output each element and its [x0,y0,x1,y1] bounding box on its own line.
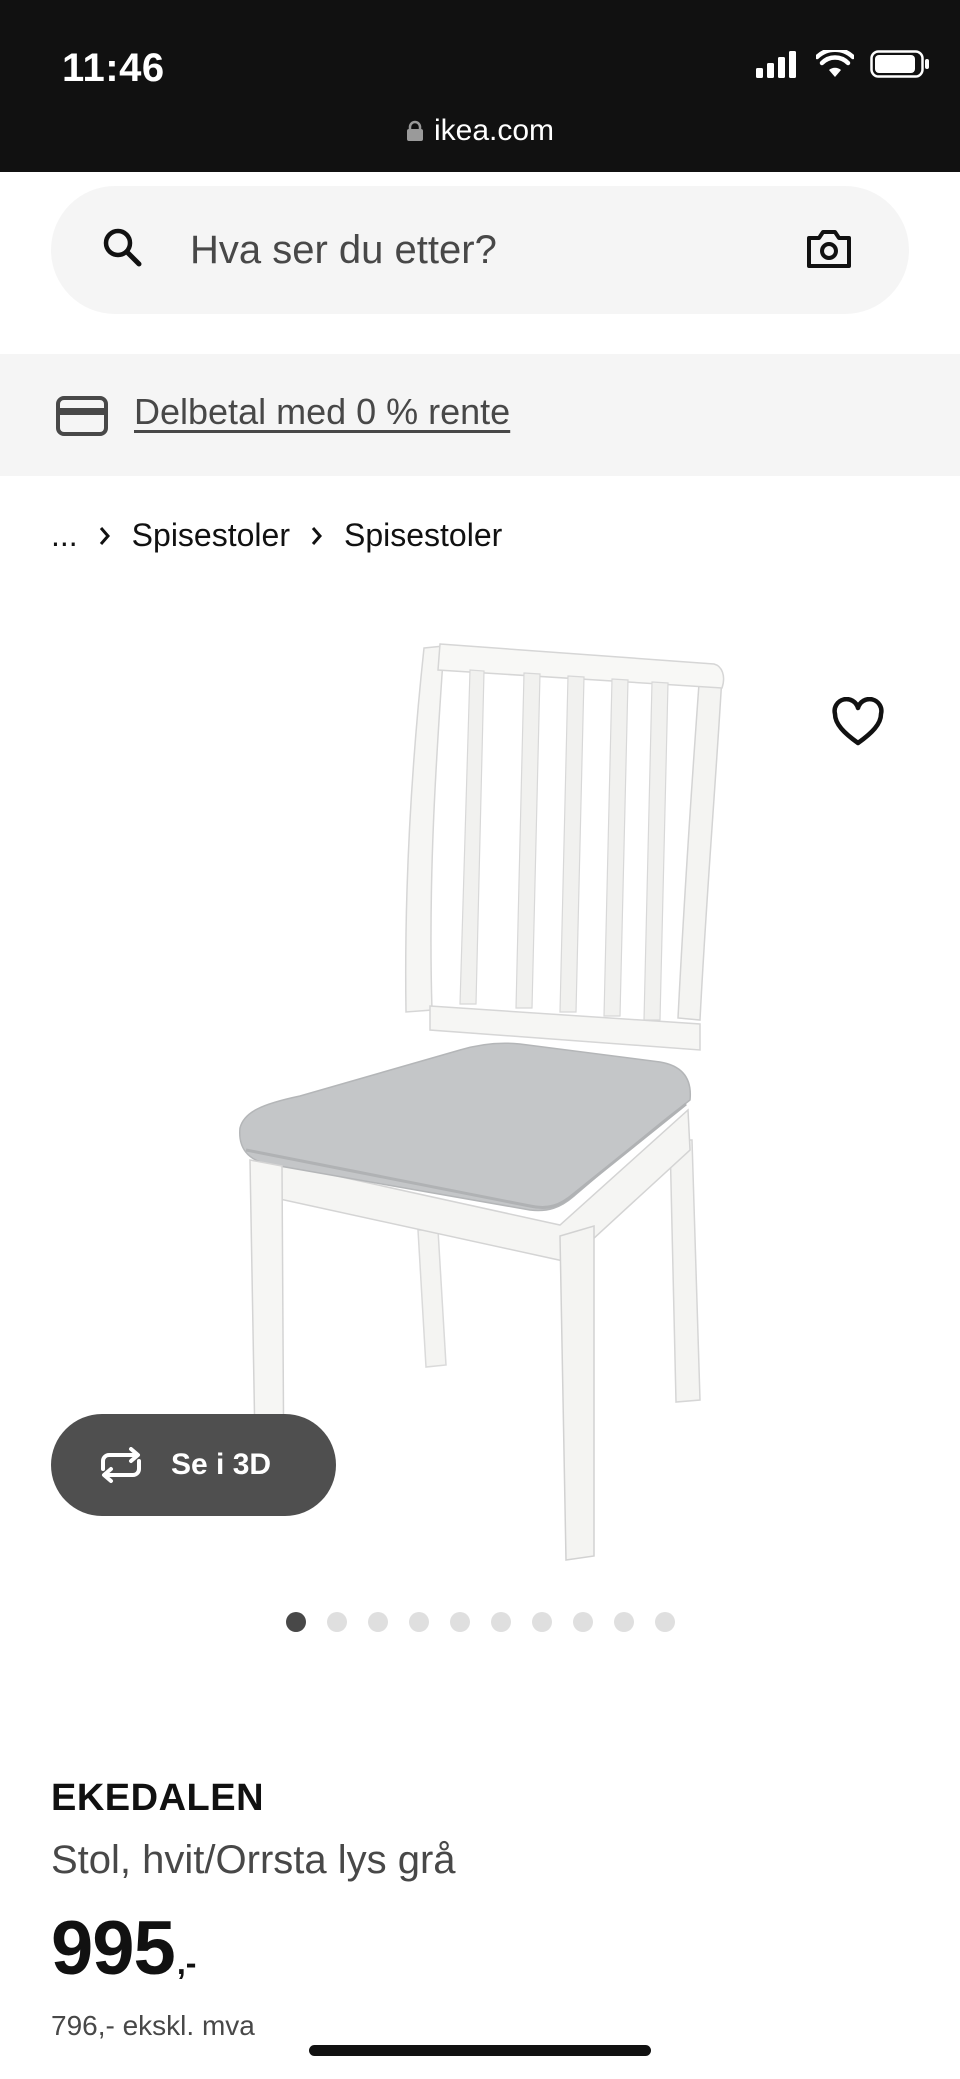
search-bar[interactable]: Hva ser du etter? [51,186,909,314]
carousel-dot[interactable] [654,1612,675,1632]
wifi-icon [816,50,854,77]
status-time: 11:46 [62,46,165,90]
promo-banner: Delbetal med 0 % rente [0,354,960,476]
breadcrumb: ... Spisestoler Spisestoler [51,517,502,554]
breadcrumb-item-current[interactable]: Spisestoler [344,517,502,554]
price-value: 995 [51,1906,176,1991]
breadcrumb-ellipsis[interactable]: ... [51,517,78,554]
installment-link[interactable]: Delbetal med 0 % rente [134,391,510,433]
product-name: EKEDALEN [51,1777,265,1819]
address-bar[interactable]: ikea.com [0,114,960,148]
product-price: 995 ,- [51,1905,196,1992]
carousel-dot[interactable] [490,1612,511,1632]
url-text: ikea.com [433,114,555,147]
home-indicator[interactable] [309,2045,651,2056]
carousel-dot[interactable] [572,1612,593,1632]
chevron-right-icon [98,525,112,547]
search-input[interactable]: Hva ser du etter? [190,228,497,273]
carousel-dot[interactable] [613,1612,634,1632]
heart-icon[interactable] [830,697,886,749]
carousel-dot[interactable] [367,1612,388,1632]
battery-icon [870,50,929,78]
rotate-3d-icon [101,1447,141,1483]
product-description: Stol, hvit/Orrsta lys grå [51,1838,456,1882]
lock-icon [406,120,423,141]
carousel-dot[interactable] [449,1612,470,1632]
carousel-dot[interactable] [531,1612,552,1632]
chevron-right-icon [310,525,324,547]
signal-icon [756,51,796,78]
credit-card-icon [56,396,108,436]
carousel-dot[interactable] [408,1612,429,1632]
see-in-3d-label: Se i 3D [171,1448,272,1481]
carousel-dot[interactable] [285,1612,306,1632]
carousel-dots [0,1612,960,1632]
see-in-3d-button[interactable]: Se i 3D [51,1414,336,1516]
carousel-dot[interactable] [326,1612,347,1632]
breadcrumb-item-dining-chairs[interactable]: Spisestoler [132,517,290,554]
status-bar: 11:46 ikea.com [0,0,960,172]
status-icons [756,50,930,78]
camera-icon[interactable] [805,228,853,270]
price-suffix: ,- [176,1945,197,1981]
price-ex-vat: 796,- ekskl. mva [51,2010,255,2041]
search-icon[interactable] [101,226,145,270]
